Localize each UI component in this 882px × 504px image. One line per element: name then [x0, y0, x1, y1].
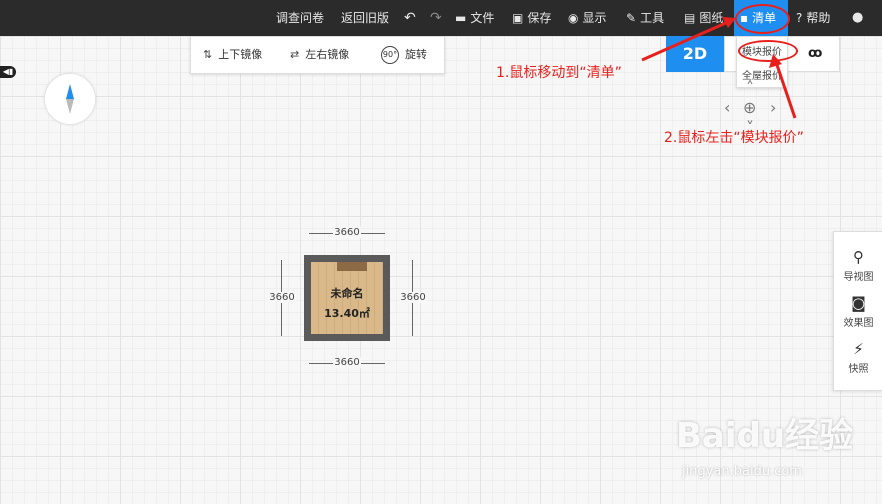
arrow-to-module-quote: [774, 61, 797, 119]
step2-annotation: 2.鼠标左击“模块报价”: [664, 130, 804, 146]
watermark-url: jingyan.baidu.com: [682, 464, 802, 479]
step1-annotation: 1.鼠标移动到“清单”: [496, 65, 622, 81]
arrow-head-module-quote: [769, 54, 782, 68]
baidu-watermark: Baidu经验: [676, 416, 854, 456]
arrow-to-list: [641, 20, 729, 62]
